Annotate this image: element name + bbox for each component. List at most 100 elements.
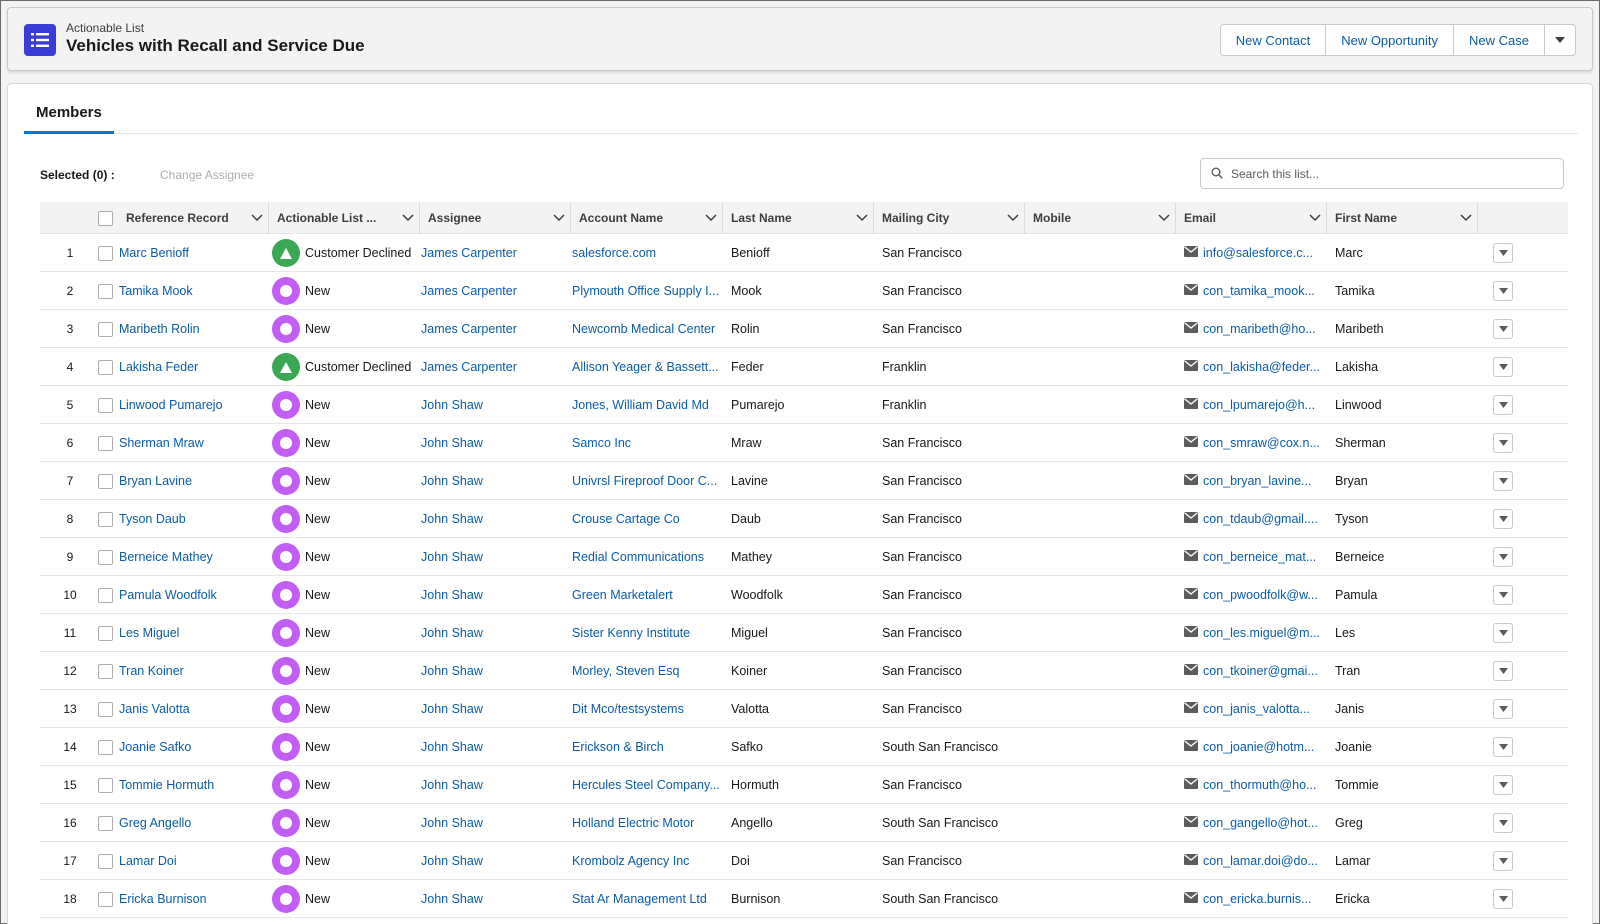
chevron-down-icon[interactable]	[245, 214, 269, 222]
row-checkbox[interactable]	[97, 549, 113, 565]
tab-members[interactable]: Members	[24, 98, 114, 134]
assignee-link[interactable]: John Shaw	[421, 500, 567, 538]
chevron-down-icon[interactable]	[1454, 214, 1478, 222]
assignee-link[interactable]: John Shaw	[421, 424, 567, 462]
account-name-link[interactable]: Morley, Steven Esq	[572, 652, 720, 690]
row-actions-button[interactable]	[1493, 471, 1513, 491]
email-link[interactable]: con_tdaub@gmail....	[1203, 512, 1318, 526]
chevron-down-icon[interactable]	[396, 214, 420, 222]
email-link[interactable]: con_gangello@hot...	[1203, 816, 1318, 830]
row-checkbox[interactable]	[97, 739, 113, 755]
row-checkbox[interactable]	[97, 625, 113, 641]
email-link[interactable]: con_joanie@hotm...	[1203, 740, 1314, 754]
row-checkbox[interactable]	[97, 245, 113, 261]
row-checkbox[interactable]	[97, 663, 113, 679]
account-name-link[interactable]: salesforce.com	[572, 234, 720, 272]
email-link[interactable]: con_lamar.doi@do...	[1203, 854, 1318, 868]
assignee-link[interactable]: John Shaw	[421, 880, 567, 918]
account-name-link[interactable]: Erickson & Birch	[572, 728, 720, 766]
assignee-link[interactable]: John Shaw	[421, 462, 567, 500]
email-link[interactable]: con_smraw@cox.n...	[1203, 436, 1320, 450]
column-header-mobile[interactable]: Mobile	[1025, 202, 1176, 234]
assignee-link[interactable]: James Carpenter	[421, 272, 567, 310]
assignee-link[interactable]: John Shaw	[421, 652, 567, 690]
chevron-down-icon[interactable]	[1152, 214, 1176, 222]
email-link[interactable]: con_bryan_lavine...	[1203, 474, 1311, 488]
new-case-button[interactable]: New Case	[1454, 25, 1545, 55]
account-name-link[interactable]: Sister Kenny Institute	[572, 614, 720, 652]
row-actions-button[interactable]	[1493, 281, 1513, 301]
assignee-link[interactable]: James Carpenter	[421, 348, 567, 386]
assignee-link[interactable]: John Shaw	[421, 766, 567, 804]
row-actions-button[interactable]	[1493, 395, 1513, 415]
reference-record-link[interactable]: Ericka Burnison	[119, 880, 265, 918]
reference-record-link[interactable]: Lakisha Feder	[119, 348, 265, 386]
row-checkbox[interactable]	[97, 321, 113, 337]
row-checkbox[interactable]	[97, 359, 113, 375]
email-link[interactable]: con_lpumarejo@h...	[1203, 398, 1315, 412]
row-actions-button[interactable]	[1493, 737, 1513, 757]
more-actions-button[interactable]	[1545, 25, 1575, 55]
row-actions-button[interactable]	[1493, 813, 1513, 833]
row-actions-button[interactable]	[1493, 547, 1513, 567]
account-name-link[interactable]: Newcomb Medical Center	[572, 310, 720, 348]
reference-record-link[interactable]: Greg Angello	[119, 804, 265, 842]
row-actions-button[interactable]	[1493, 661, 1513, 681]
chevron-down-icon[interactable]	[1303, 214, 1327, 222]
row-checkbox[interactable]	[97, 891, 113, 907]
row-actions-button[interactable]	[1493, 243, 1513, 263]
row-checkbox[interactable]	[97, 587, 113, 603]
row-checkbox[interactable]	[97, 473, 113, 489]
column-header-first-name[interactable]: First Name	[1327, 202, 1478, 234]
assignee-link[interactable]: John Shaw	[421, 538, 567, 576]
column-header-reference-record[interactable]: Reference Record	[118, 202, 269, 234]
email-link[interactable]: con_tkoiner@gmai...	[1203, 664, 1318, 678]
chevron-down-icon[interactable]	[699, 214, 723, 222]
row-checkbox[interactable]	[97, 435, 113, 451]
row-actions-button[interactable]	[1493, 357, 1513, 377]
row-actions-button[interactable]	[1493, 889, 1513, 909]
row-actions-button[interactable]	[1493, 775, 1513, 795]
change-assignee-button[interactable]: Change Assignee	[160, 168, 254, 182]
column-header-last-name[interactable]: Last Name	[723, 202, 874, 234]
account-name-link[interactable]: Univrsl Fireproof Door C...	[572, 462, 720, 500]
account-name-link[interactable]: Samco Inc	[572, 424, 720, 462]
assignee-link[interactable]: John Shaw	[421, 690, 567, 728]
reference-record-link[interactable]: Janis Valotta	[119, 690, 265, 728]
assignee-link[interactable]: John Shaw	[421, 842, 567, 880]
assignee-link[interactable]: John Shaw	[421, 804, 567, 842]
account-name-link[interactable]: Holland Electric Motor	[572, 804, 720, 842]
email-link[interactable]: con_pwoodfolk@w...	[1203, 588, 1318, 602]
row-actions-button[interactable]	[1493, 509, 1513, 529]
reference-record-link[interactable]: Berneice Mathey	[119, 538, 265, 576]
email-link[interactable]: con_ericka.burnis...	[1203, 892, 1311, 906]
new-opportunity-button[interactable]: New Opportunity	[1326, 25, 1455, 55]
column-header-mailing-city[interactable]: Mailing City	[874, 202, 1025, 234]
assignee-link[interactable]: John Shaw	[421, 614, 567, 652]
reference-record-link[interactable]: Les Miguel	[119, 614, 265, 652]
row-actions-button[interactable]	[1493, 585, 1513, 605]
email-link[interactable]: con_thormuth@ho...	[1203, 778, 1316, 792]
email-link[interactable]: con_lakisha@feder...	[1203, 360, 1320, 374]
account-name-link[interactable]: Jones, William David Md	[572, 386, 720, 424]
column-header-email[interactable]: Email	[1176, 202, 1327, 234]
row-checkbox[interactable]	[97, 815, 113, 831]
email-link[interactable]: con_tamika_mook...	[1203, 284, 1315, 298]
email-link[interactable]: con_les.miguel@m...	[1203, 626, 1320, 640]
chevron-down-icon[interactable]	[1001, 214, 1025, 222]
row-checkbox[interactable]	[97, 397, 113, 413]
row-checkbox[interactable]	[97, 853, 113, 869]
email-link[interactable]: info@salesforce.c...	[1203, 246, 1313, 260]
column-header-account-name[interactable]: Account Name	[571, 202, 723, 234]
reference-record-link[interactable]: Bryan Lavine	[119, 462, 265, 500]
account-name-link[interactable]: Allison Yeager & Bassett...	[572, 348, 720, 386]
row-actions-button[interactable]	[1493, 699, 1513, 719]
row-checkbox[interactable]	[97, 511, 113, 527]
assignee-link[interactable]: John Shaw	[421, 576, 567, 614]
column-header-actionable-list-status[interactable]: Actionable List ...	[269, 202, 420, 234]
reference-record-link[interactable]: Tommie Hormuth	[119, 766, 265, 804]
reference-record-link[interactable]: Marc Benioff	[119, 234, 265, 272]
account-name-link[interactable]: Dit Mco/testsystems	[572, 690, 720, 728]
new-contact-button[interactable]: New Contact	[1220, 25, 1327, 55]
row-actions-button[interactable]	[1493, 623, 1513, 643]
